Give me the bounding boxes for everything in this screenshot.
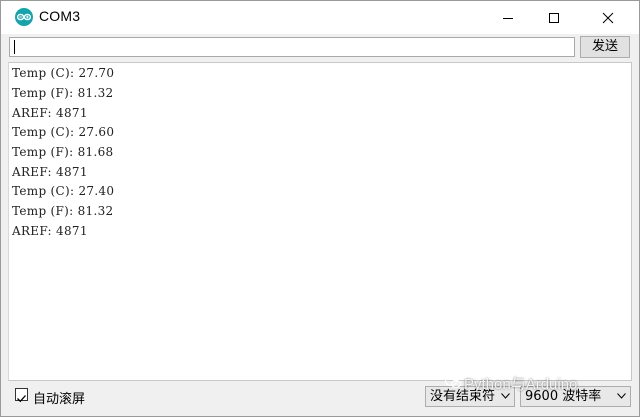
- chevron-down-icon: [617, 393, 626, 399]
- title-bar[interactable]: COM3: [1, 1, 639, 34]
- arduino-logo-icon: [15, 8, 33, 26]
- serial-output[interactable]: Temp (C): 27.70 Temp (F): 81.32 AREF: 48…: [8, 62, 632, 381]
- maximize-button[interactable]: [531, 1, 577, 34]
- send-button[interactable]: 发送: [580, 36, 630, 58]
- output-line: AREF: 4871: [12, 224, 88, 238]
- output-line: Temp (C): 27.40: [12, 184, 115, 198]
- output-line: Temp (F): 81.32: [12, 86, 114, 100]
- watermark-text: Python与Arduino: [464, 376, 578, 393]
- send-bar: 发送: [1, 34, 639, 62]
- serial-monitor-window: COM3 发送 Temp (C): 27.70 Temp (F): 81.32 …: [0, 0, 640, 417]
- output-line: AREF: 4871: [12, 165, 88, 179]
- close-button[interactable]: [585, 1, 631, 34]
- text-caret: [14, 40, 15, 54]
- output-line: Temp (C): 27.60: [12, 125, 115, 139]
- minimize-button[interactable]: [485, 1, 531, 34]
- wechat-watermark-icon: [445, 375, 461, 389]
- autoscroll-checkbox[interactable]: [15, 388, 28, 403]
- close-icon: [602, 12, 614, 23]
- output-line: AREF: 4871: [12, 106, 88, 120]
- output-line: Temp (C): 27.70: [12, 66, 115, 80]
- autoscroll-label: 自动滚屏: [33, 392, 86, 407]
- checkmark-icon: [17, 395, 26, 403]
- window-title: COM3: [39, 8, 81, 24]
- minimize-icon: [503, 17, 513, 19]
- maximize-icon: [549, 12, 559, 23]
- output-line: Temp (F): 81.32: [12, 204, 114, 218]
- send-input[interactable]: [9, 37, 575, 57]
- output-line: Temp (F): 81.68: [12, 145, 114, 159]
